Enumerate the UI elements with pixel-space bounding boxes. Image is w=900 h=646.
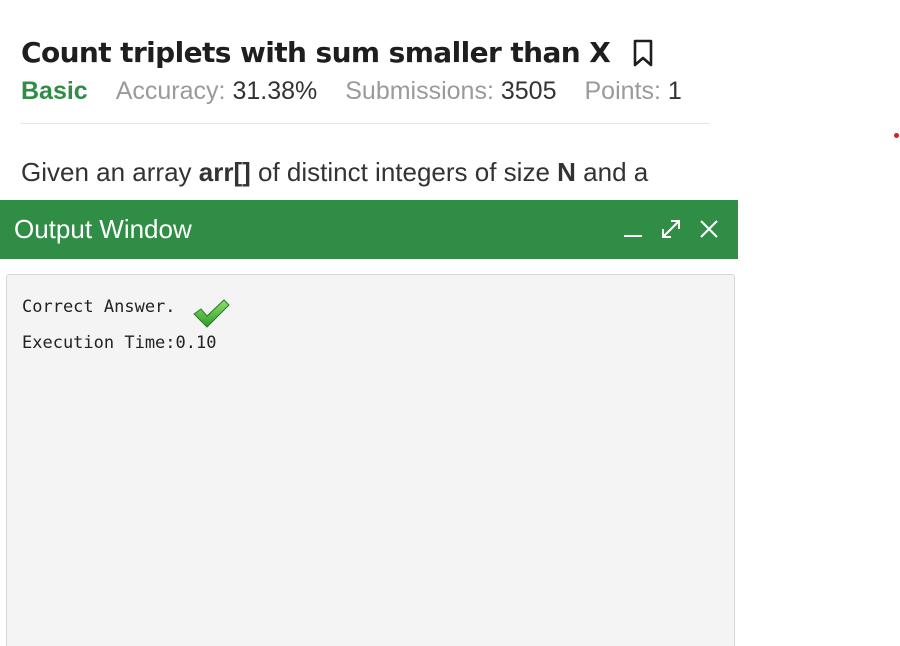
expand-icon[interactable] (659, 217, 683, 241)
close-icon[interactable] (697, 217, 721, 241)
submissions-label: Submissions: (345, 77, 494, 105)
points-label: Points: (584, 77, 661, 105)
result-message: Correct Answer. (22, 297, 176, 317)
submissions-value: 3505 (500, 77, 557, 105)
description-arr: arr[] (198, 157, 251, 187)
difficulty-badge: Basic (21, 77, 88, 105)
minimize-icon[interactable] (621, 217, 645, 241)
bookmark-icon[interactable] (632, 39, 654, 67)
description-text: and a (575, 157, 649, 187)
output-console: Correct Answer. Execution Time:0.10 (6, 274, 735, 646)
description-text: Given an array (21, 157, 199, 187)
title-row: Count triplets with sum smaller than X (21, 36, 654, 69)
check-icon (191, 297, 231, 329)
problem-page: Count triplets with sum smaller than X B… (0, 0, 900, 646)
description-text: of distinct integers of size (250, 157, 558, 187)
accuracy-label: Accuracy: (115, 77, 226, 105)
output-window-header[interactable]: Output Window (0, 200, 738, 259)
accuracy-value: 31.38% (232, 77, 318, 105)
description-n: N (557, 157, 576, 187)
notification-dot (894, 133, 899, 138)
problem-meta: Basic Accuracy: 31.38% Submissions: 3505… (21, 77, 682, 106)
accuracy-stat: Accuracy: 31.38% (116, 77, 318, 106)
submissions-stat: Submissions: 3505 (345, 77, 556, 106)
output-window-title: Output Window (14, 214, 192, 244)
problem-title: Count triplets with sum smaller than X (21, 36, 611, 69)
header-divider (20, 123, 710, 124)
execution-time: Execution Time:0.10 (22, 333, 217, 353)
points-value: 1 (667, 77, 682, 105)
points-stat: Points: 1 (584, 77, 681, 106)
output-window: Output Window Correct Answer. Execution … (0, 200, 738, 646)
problem-description: Given an array arr[] of distinct integer… (21, 155, 721, 189)
